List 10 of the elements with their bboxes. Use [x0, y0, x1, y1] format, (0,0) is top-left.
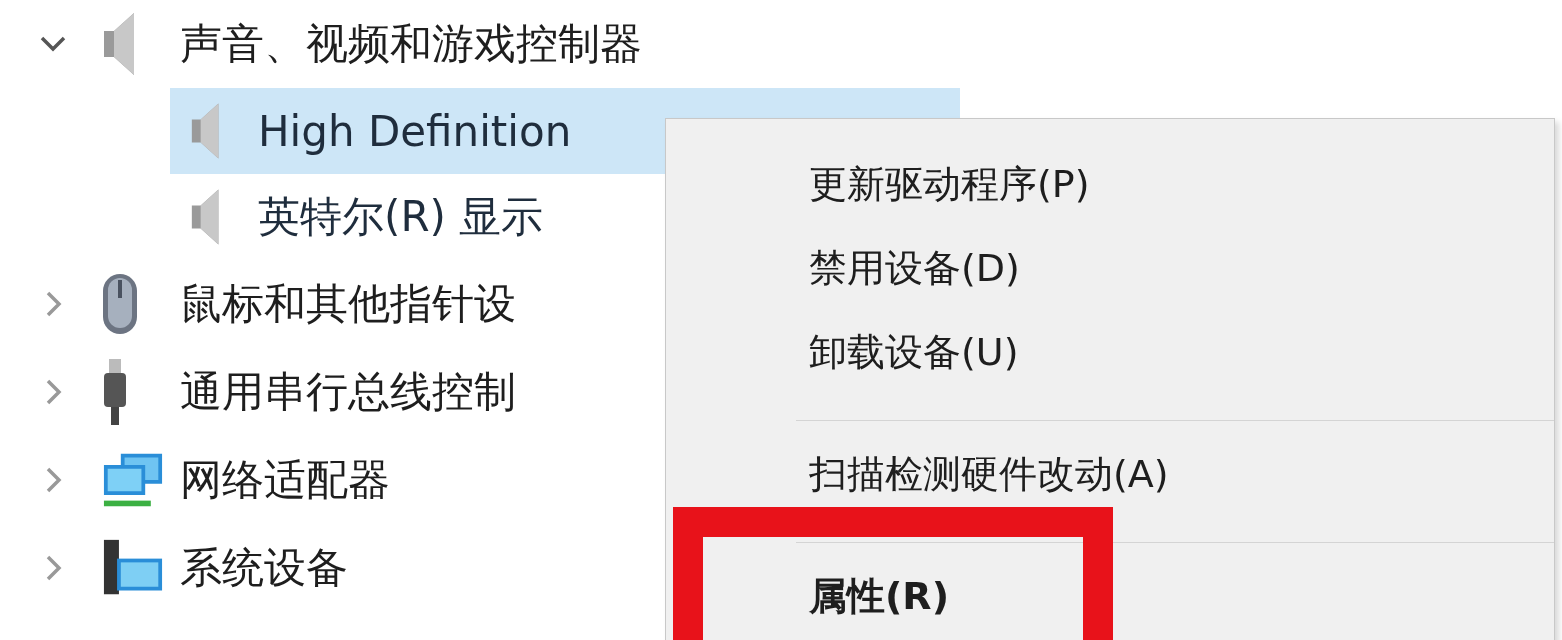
- tree-item-label[interactable]: 网络适配器: [180, 452, 390, 508]
- menu-item[interactable]: 卸载设备(U): [809, 330, 1019, 376]
- tree-item-label[interactable]: 鼠标和其他指针设: [180, 276, 516, 332]
- mouse-icon: [100, 272, 140, 336]
- tree-item-label[interactable]: 通用串行总线控制: [180, 364, 516, 420]
- tree-item-label[interactable]: 系统设备: [180, 540, 348, 596]
- menu-item[interactable]: 禁用设备(D): [809, 246, 1020, 292]
- menu-item[interactable]: 扫描检测硬件改动(A): [809, 452, 1169, 498]
- tree-item-label[interactable]: 声音、视频和游戏控制器: [180, 16, 642, 72]
- menu-item[interactable]: 属性(R): [809, 574, 949, 620]
